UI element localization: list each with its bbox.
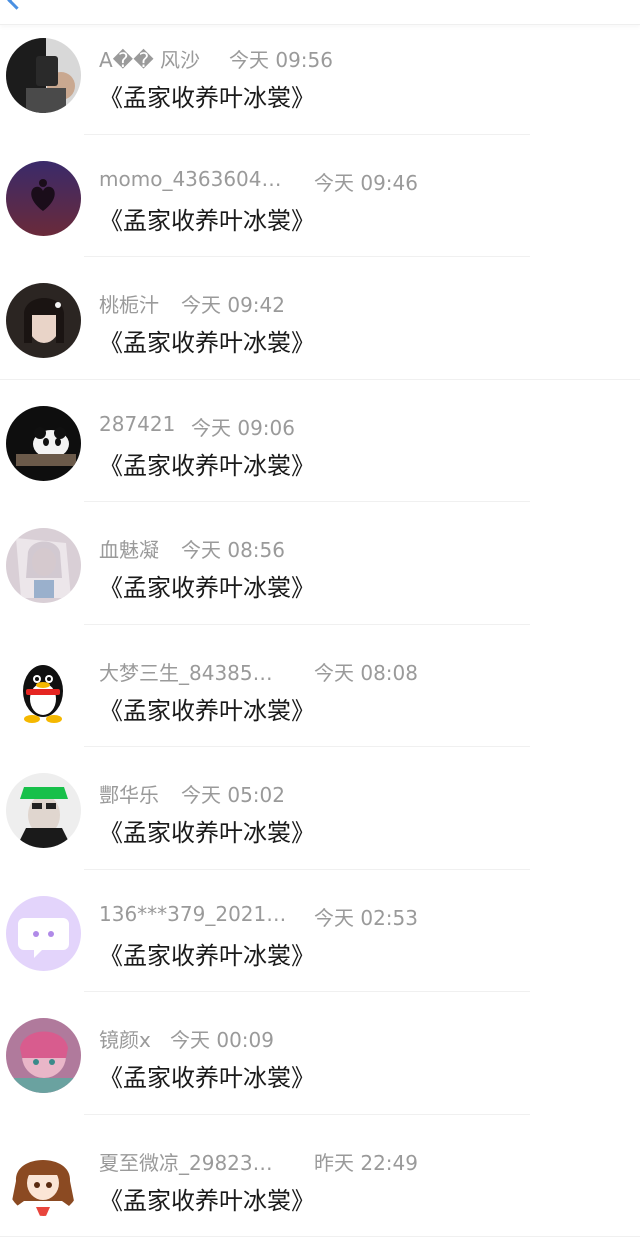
comment-message: 《孟家收养叶冰裳》 [99,206,315,235]
commenter-name[interactable]: A�� 风沙 [99,44,200,73]
avatar-qq-penguin-icon[interactable] [6,650,81,726]
comment-message: 《孟家收养叶冰裳》 [99,84,315,112]
commenter-name[interactable]: 136***379_2021… [99,902,286,926]
comment-message: 《孟家收养叶冰裳》 [99,451,315,480]
comment-row[interactable]: 夏至微凉_29823… 昨天 22:49 《孟家收养叶冰裳》 [0,1115,640,1237]
avatar-phone-selfie-icon[interactable] [6,38,81,113]
comment-time: 今天 09:42 [181,293,285,317]
commenter-name[interactable]: 酆华乐 [99,779,159,808]
divider [0,1236,640,1237]
comment-row[interactable]: 血魅凝 今天 08:56 《孟家收养叶冰裳》 [0,502,640,625]
avatar-brown-hair-anime-icon[interactable] [6,1140,81,1216]
comment-row[interactable]: 镜颜x 今天 00:09 《孟家收养叶冰裳》 [0,992,640,1115]
avatar-heart-silhouette-icon[interactable] [6,160,81,236]
comment-message: 《孟家收养叶冰裳》 [99,941,315,970]
commenter-name[interactable]: 镜颜x [99,1024,151,1053]
comment-message: 《孟家收养叶冰裳》 [99,819,315,847]
commenter-name[interactable]: momo_4363604… [99,167,282,191]
avatar-chat-bubble-icon[interactable] [6,895,81,971]
comment-message: 《孟家收养叶冰裳》 [99,1186,315,1215]
comment-message: 《孟家收养叶冰裳》 [99,1064,315,1092]
comment-message: 《孟家收养叶冰裳》 [99,574,315,602]
comment-time: 今天 09:06 [191,415,295,440]
avatar-pink-anime-icon[interactable] [6,1018,81,1093]
commenter-name[interactable]: 大梦三生_84385… [99,657,273,686]
comment-time: 今天 09:56 [229,48,333,72]
avatar-girl-portrait-icon[interactable] [6,283,81,358]
commenter-name[interactable]: 287421 [99,412,175,436]
comment-time: 今天 09:46 [314,170,418,195]
comment-message: 《孟家收养叶冰裳》 [99,696,315,725]
comment-time: 今天 05:02 [181,783,285,807]
comment-row[interactable]: momo_4363604… 今天 09:46 《孟家收养叶冰裳》 [0,135,640,257]
comment-time: 今天 00:09 [170,1028,274,1052]
comment-row[interactable]: A�� 风沙 今天 09:56 《孟家收养叶冰裳》 [0,12,640,135]
comment-list: A�� 风沙 今天 09:56 《孟家收养叶冰裳》 momo_4363604… [0,12,640,1237]
comment-row[interactable]: 287421 今天 09:06 《孟家收养叶冰裳》 [0,380,640,502]
comment-row[interactable]: 136***379_2021… 今天 02:53 《孟家收养叶冰裳》 [0,870,640,992]
commenter-name[interactable]: 桃栀汁 [99,289,159,318]
comment-row[interactable]: 桃栀汁 今天 09:42 《孟家收养叶冰裳》 [0,257,640,380]
comment-time: 昨天 22:49 [314,1150,418,1175]
commenter-name[interactable]: 血魅凝 [99,534,159,563]
comment-message: 《孟家收养叶冰裳》 [99,329,315,357]
avatar-panda-icon[interactable] [6,405,81,481]
commenter-name[interactable]: 夏至微凉_29823… [99,1147,273,1176]
comment-row[interactable]: 大梦三生_84385… 今天 08:08 《孟家收养叶冰裳》 [0,625,640,747]
back-arrow-icon[interactable] [7,0,26,10]
comment-time: 今天 08:08 [314,660,418,685]
comment-time: 今天 08:56 [181,538,285,562]
comment-row[interactable]: 酆华乐 今天 05:02 《孟家收养叶冰裳》 [0,747,640,870]
comment-time: 今天 02:53 [314,905,418,930]
avatar-anime-girl-icon[interactable] [6,528,81,603]
avatar-man-green-hat-icon[interactable] [6,773,81,848]
